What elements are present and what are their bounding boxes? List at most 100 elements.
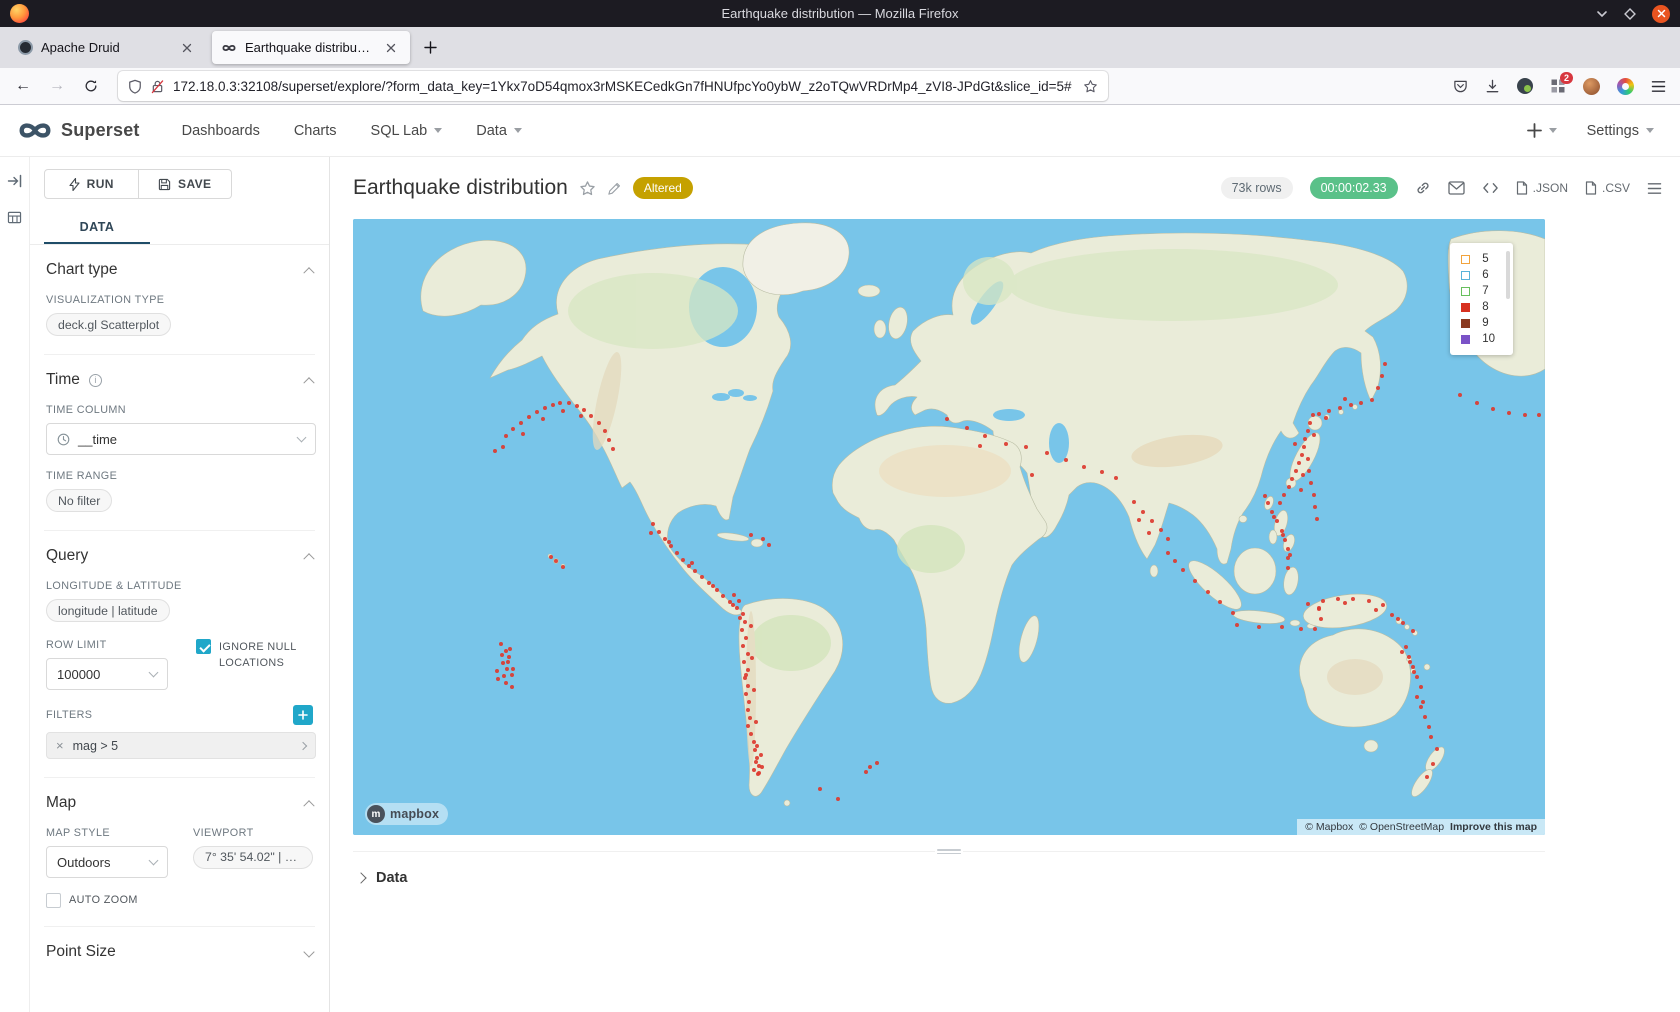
earthquake-point: [767, 543, 771, 547]
reload-button[interactable]: [76, 72, 106, 100]
chart-menu-icon[interactable]: [1647, 182, 1662, 195]
run-button[interactable]: RUN: [44, 169, 139, 199]
altered-badge[interactable]: Altered: [633, 177, 693, 199]
extension-icon[interactable]: [1517, 78, 1533, 94]
earthquake-point: [607, 438, 611, 442]
panel-tabs: DATA: [30, 211, 329, 245]
improve-map-link[interactable]: Improve this map: [1450, 821, 1537, 833]
export-csv-button[interactable]: .CSV: [1585, 181, 1630, 195]
earthquake-point: [501, 445, 505, 449]
legend-item[interactable]: 6: [1461, 269, 1495, 281]
viz-type-chip[interactable]: deck.gl Scatterplot: [46, 313, 171, 336]
legend-item[interactable]: 9: [1461, 317, 1495, 329]
share-link-icon[interactable]: [1415, 180, 1431, 196]
auto-zoom-checkbox[interactable]: [46, 893, 61, 908]
window-maximize-button[interactable]: [1624, 8, 1636, 20]
earthquake-point: [721, 594, 725, 598]
tab-data[interactable]: DATA: [44, 211, 150, 244]
earthquake-point: [715, 588, 719, 592]
viewport-chip[interactable]: 7° 35' 54.02" | 31…: [193, 846, 313, 869]
add-filter-button[interactable]: [293, 705, 313, 725]
tab-close-icon[interactable]: [177, 38, 197, 58]
resize-grip[interactable]: [935, 848, 963, 855]
section-map-header[interactable]: Map: [46, 794, 313, 812]
row-limit-select[interactable]: 100000: [46, 658, 168, 690]
data-panel-header[interactable]: Data: [353, 870, 1545, 886]
earthquake-point: [554, 559, 558, 563]
druid-favicon-icon: [17, 40, 33, 56]
lonlat-chip[interactable]: longitude | latitude: [46, 599, 170, 622]
new-tab-button[interactable]: [416, 34, 444, 62]
earthquake-point: [836, 797, 840, 801]
section-point-size-header[interactable]: Point Size: [46, 943, 313, 961]
earthquake-point: [748, 716, 752, 720]
nav-dashboards[interactable]: Dashboards: [182, 123, 260, 139]
window-close-button[interactable]: [1652, 5, 1670, 23]
legend-item[interactable]: 10: [1461, 333, 1495, 345]
containers-icon[interactable]: [1617, 78, 1634, 95]
edit-title-pencil-icon[interactable]: [607, 181, 622, 196]
deckgl-map[interactable]: 5 6 7 8 9 10 m mapbox © Mapbox © OpenStreetMa…: [353, 219, 1545, 835]
downloads-icon[interactable]: [1485, 79, 1500, 94]
tab-apache-druid[interactable]: Apache Druid: [8, 31, 206, 64]
shield-icon[interactable]: [128, 79, 142, 94]
bookmark-star-icon[interactable]: [1083, 79, 1098, 94]
section-time-header[interactable]: Time i: [46, 371, 313, 389]
earthquake-point: [875, 761, 879, 765]
legend-item[interactable]: 7: [1461, 285, 1495, 297]
time-column-select[interactable]: __time: [46, 423, 316, 455]
legend-item[interactable]: 5: [1461, 253, 1495, 265]
earthquake-point: [493, 449, 497, 453]
menu-icon[interactable]: [1651, 80, 1666, 93]
section-chart-type-header[interactable]: Chart type: [46, 261, 313, 279]
section-map: Map MAP STYLE Outdoors VIEWPORT 7° 35' 5…: [44, 778, 315, 927]
chevron-down-icon: [149, 668, 159, 678]
tab-earthquake-distribution[interactable]: Earthquake distribution: [212, 31, 410, 64]
favorite-star-icon[interactable]: [579, 180, 596, 197]
forward-button[interactable]: →: [42, 72, 72, 100]
attribution-mapbox-link[interactable]: © Mapbox: [1305, 821, 1353, 833]
remove-filter-icon[interactable]: ×: [56, 738, 64, 753]
chevron-up-icon: [303, 377, 314, 388]
earthquake-point: [761, 537, 765, 541]
save-button[interactable]: SAVE: [139, 169, 233, 199]
legend-scrollbar[interactable]: [1506, 251, 1510, 299]
section-query-header[interactable]: Query: [46, 547, 313, 565]
insecure-lock-icon[interactable]: [151, 79, 164, 94]
nav-charts[interactable]: Charts: [294, 123, 337, 139]
extension-badge-icon[interactable]: 2: [1550, 78, 1566, 94]
superset-favicon-icon: [221, 40, 237, 56]
nav-sql-lab[interactable]: SQL Lab: [371, 123, 443, 139]
earthquake-point: [558, 401, 562, 405]
earthquake-point: [744, 692, 748, 696]
attribution-osm-link[interactable]: © OpenStreetMap: [1359, 821, 1444, 833]
section-time: Time i TIME COLUMN __time TIME RANGE No …: [44, 355, 315, 531]
back-button[interactable]: ←: [8, 72, 38, 100]
section-point-size: Point Size: [44, 927, 315, 979]
nav-data[interactable]: Data: [476, 123, 522, 139]
mapbox-logo[interactable]: m mapbox: [365, 803, 448, 825]
time-range-chip[interactable]: No filter: [46, 489, 112, 512]
embed-code-icon[interactable]: [1482, 181, 1499, 195]
export-json-button[interactable]: .JSON: [1516, 181, 1568, 195]
brand-name: Superset: [61, 120, 140, 141]
email-icon[interactable]: [1448, 181, 1465, 195]
earthquake-point: [510, 685, 514, 689]
superset-logo[interactable]: Superset: [16, 120, 140, 141]
pocket-icon[interactable]: [1453, 79, 1468, 94]
expand-datasource-panel-icon[interactable]: [5, 171, 25, 191]
settings-menu[interactable]: Settings: [1587, 123, 1654, 139]
legend-item[interactable]: 8: [1461, 301, 1495, 313]
earthquake-point: [1309, 481, 1313, 485]
add-new-button[interactable]: [1527, 123, 1557, 138]
url-text[interactable]: 172.18.0.3:32108/superset/explore/?form_…: [173, 79, 1074, 94]
window-minimize-button[interactable]: [1596, 8, 1608, 20]
map-style-select[interactable]: Outdoors: [46, 846, 168, 878]
filter-chip[interactable]: × mag > 5: [46, 732, 316, 759]
dataset-grid-icon[interactable]: [5, 207, 25, 227]
tab-close-icon[interactable]: [381, 38, 401, 58]
ignore-null-checkbox[interactable]: [196, 639, 211, 654]
earthquake-point: [511, 667, 515, 671]
profile-avatar[interactable]: [1583, 78, 1600, 95]
url-bar[interactable]: 172.18.0.3:32108/superset/explore/?form_…: [118, 71, 1108, 101]
